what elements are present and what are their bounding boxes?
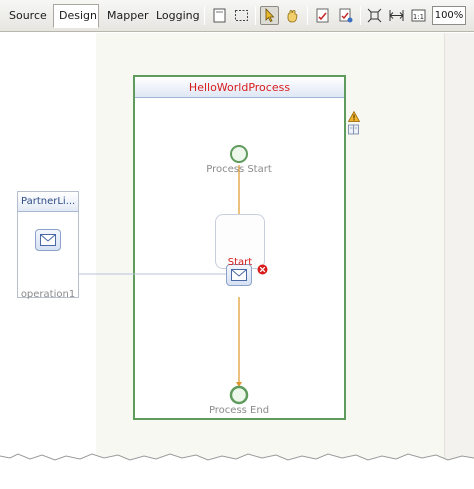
process-end-label: Process End [208, 405, 270, 416]
process-start-label: Process Start [206, 164, 272, 175]
process-start-node[interactable] [229, 144, 249, 164]
operation-label: operation1 [20, 289, 76, 300]
receive-activity-label: Start [227, 257, 253, 268]
torn-paper-edge [0, 453, 474, 489]
operation-envelope[interactable] [35, 229, 61, 251]
process-end-node[interactable] [229, 385, 249, 405]
envelope-icon [40, 234, 56, 246]
envelope-icon [231, 269, 247, 281]
partner-link-title[interactable]: PartnerLi... [18, 192, 78, 212]
